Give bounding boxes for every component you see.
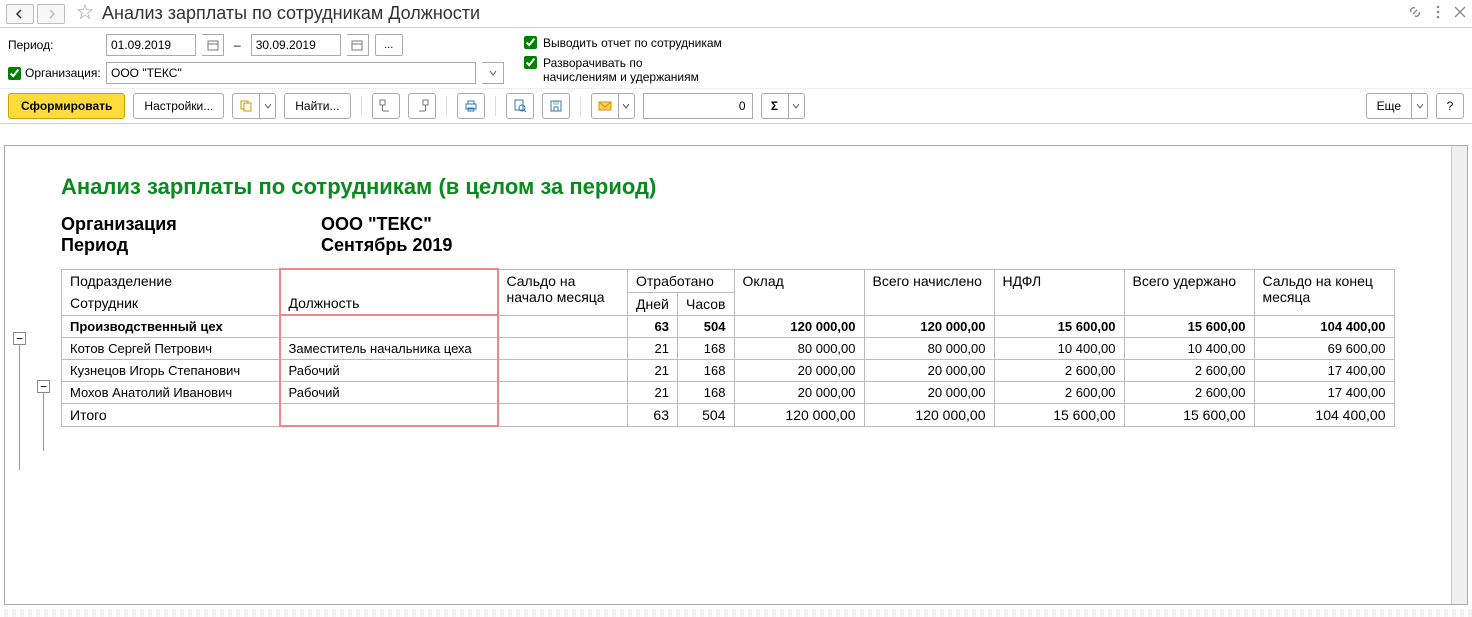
copy-dropdown-button[interactable] bbox=[260, 93, 276, 119]
date-from-picker-button[interactable] bbox=[202, 34, 224, 56]
chevron-down-icon bbox=[265, 103, 271, 109]
email-split-button[interactable] bbox=[591, 93, 635, 119]
torn-edge-decoration bbox=[0, 609, 1472, 617]
meta-org-value: ООО "ТЕКС" bbox=[321, 214, 432, 235]
chevron-down-icon bbox=[489, 69, 497, 77]
chevron-down-icon bbox=[1417, 103, 1423, 109]
arrow-right-icon bbox=[46, 9, 56, 19]
preview-button[interactable] bbox=[506, 93, 534, 119]
date-range-dash: – bbox=[234, 38, 241, 52]
link-icon[interactable] bbox=[1408, 5, 1422, 22]
more-vertical-icon[interactable] bbox=[1436, 5, 1440, 22]
org-checkbox[interactable] bbox=[8, 67, 21, 80]
col-balance-start: Сальдо на начало месяца bbox=[498, 269, 628, 315]
collapse-all-button[interactable] bbox=[408, 93, 436, 119]
date-to-picker-button[interactable] bbox=[347, 34, 369, 56]
col-worked: Отработано bbox=[628, 269, 735, 292]
report-table: Подразделение Сальдо на начало месяца От… bbox=[61, 268, 1395, 427]
table-row[interactable]: Котов Сергей ПетровичЗаместитель начальн… bbox=[62, 337, 1395, 359]
more-dropdown-button[interactable] bbox=[1412, 93, 1428, 119]
collapse-tree-icon bbox=[415, 99, 429, 113]
date-from-input[interactable] bbox=[106, 34, 196, 56]
favorite-star-icon[interactable] bbox=[76, 3, 94, 24]
settings-button[interactable]: Настройки... bbox=[133, 93, 224, 119]
expand-tree-icon bbox=[379, 99, 393, 113]
save-button[interactable] bbox=[542, 93, 570, 119]
expand-checkbox[interactable] bbox=[524, 56, 537, 69]
tree-line bbox=[43, 393, 44, 451]
table-row[interactable]: Мохов Анатолий ИвановичРабочий2116820 00… bbox=[62, 381, 1395, 403]
separator bbox=[446, 96, 447, 116]
org-input[interactable] bbox=[106, 62, 476, 84]
total-row: Итого 63 504 120 000,00 120 000,00 15 60… bbox=[62, 403, 1395, 426]
mail-icon bbox=[598, 101, 612, 111]
meta-period-value: Сентябрь 2019 bbox=[321, 235, 452, 256]
group-row[interactable]: Производственный цех 63 504 120 000,00 1… bbox=[62, 315, 1395, 337]
org-dropdown-button[interactable] bbox=[482, 62, 504, 84]
org-label: Организация: bbox=[25, 66, 101, 80]
report-title: Анализ зарплаты по сотрудникам (в целом … bbox=[5, 146, 1467, 214]
col-days: Дней bbox=[628, 292, 678, 315]
nav-forward-button[interactable] bbox=[37, 4, 65, 24]
col-employee: Сотрудник bbox=[62, 292, 280, 315]
more-split-button[interactable]: Еще bbox=[1366, 93, 1428, 119]
chevron-down-icon bbox=[793, 103, 799, 109]
sigma-button[interactable]: Σ bbox=[761, 93, 789, 119]
col-accrued: Всего начислено bbox=[864, 269, 994, 315]
find-button[interactable]: Найти... bbox=[284, 93, 350, 119]
period-label: Период: bbox=[8, 38, 100, 52]
meta-period-label: Период bbox=[61, 235, 321, 256]
print-icon bbox=[464, 99, 478, 113]
by-employees-checkbox[interactable] bbox=[524, 36, 537, 49]
tree-line bbox=[19, 345, 20, 470]
help-button[interactable]: ? bbox=[1436, 93, 1464, 119]
chevron-down-icon bbox=[623, 103, 629, 109]
col-hours: Часов bbox=[678, 292, 735, 315]
col-subdivision: Подразделение bbox=[62, 269, 280, 292]
by-employees-label: Выводить отчет по сотрудникам bbox=[543, 36, 722, 50]
diskette-icon bbox=[549, 99, 563, 113]
col-balance-end: Сальдо на конец месяца bbox=[1254, 269, 1394, 315]
number-input[interactable] bbox=[643, 93, 753, 119]
separator bbox=[361, 96, 362, 116]
expand-all-button[interactable] bbox=[372, 93, 400, 119]
separator bbox=[495, 96, 496, 116]
print-button[interactable] bbox=[457, 93, 485, 119]
copy-button[interactable] bbox=[232, 93, 260, 119]
copy-split-button[interactable] bbox=[232, 93, 276, 119]
calendar-icon bbox=[351, 39, 363, 51]
sigma-icon: Σ bbox=[771, 99, 778, 113]
expand-label: Разворачивать по начислениям и удержания… bbox=[543, 56, 699, 84]
col-withheld: Всего удержано bbox=[1124, 269, 1254, 315]
tree-toggle-root[interactable]: − bbox=[13, 332, 26, 345]
col-position: Должность bbox=[280, 292, 498, 315]
col-ndfl: НДФЛ bbox=[994, 269, 1124, 315]
nav-back-button[interactable] bbox=[6, 4, 34, 24]
period-ellipsis-button[interactable]: ... bbox=[375, 34, 403, 56]
col-position-top bbox=[280, 269, 498, 292]
sigma-split-button[interactable]: Σ bbox=[761, 93, 805, 119]
magnify-page-icon bbox=[513, 99, 527, 113]
email-dropdown-button[interactable] bbox=[619, 93, 635, 119]
more-button[interactable]: Еще bbox=[1366, 93, 1412, 119]
date-to-input[interactable] bbox=[251, 34, 341, 56]
tree-toggle-group[interactable]: − bbox=[37, 380, 50, 393]
table-row[interactable]: Кузнецов Игорь СтепановичРабочий2116820 … bbox=[62, 359, 1395, 381]
meta-org-label: Организация bbox=[61, 214, 321, 235]
separator bbox=[580, 96, 581, 116]
col-salary: Оклад bbox=[734, 269, 864, 315]
close-icon[interactable] bbox=[1454, 6, 1466, 21]
arrow-left-icon bbox=[15, 9, 25, 19]
calendar-icon bbox=[207, 39, 219, 51]
email-button[interactable] bbox=[591, 93, 619, 119]
generate-button[interactable]: Сформировать bbox=[8, 93, 125, 119]
copy-icon bbox=[239, 99, 253, 113]
sigma-dropdown-button[interactable] bbox=[789, 93, 805, 119]
page-title: Анализ зарплаты по сотрудникам Должности bbox=[102, 3, 1408, 24]
